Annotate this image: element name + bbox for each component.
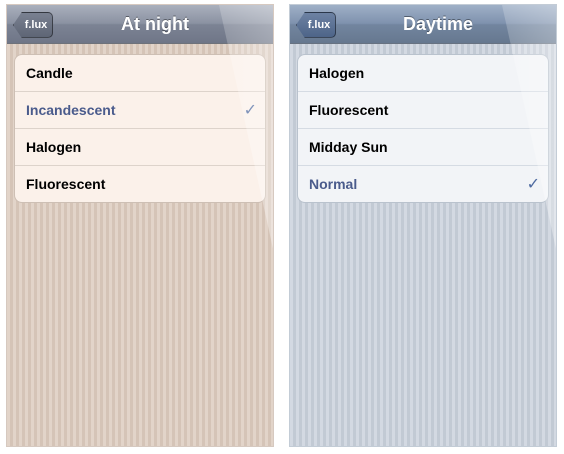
- back-button[interactable]: f.lux: [13, 12, 53, 38]
- checkmark-icon: ✓: [526, 176, 540, 193]
- option-list: Halogen Fluorescent Midday Sun Normal ✓: [297, 54, 549, 203]
- list-item-label: Halogen: [26, 139, 82, 155]
- list-item-label: Fluorescent: [26, 176, 106, 192]
- back-button[interactable]: f.lux: [296, 12, 336, 38]
- list-item-label: Normal: [309, 176, 358, 192]
- list-item-normal[interactable]: Normal ✓: [298, 165, 548, 202]
- page-title: At night: [121, 14, 189, 34]
- navigation-bar: f.lux Daytime: [290, 5, 556, 44]
- option-list: Candle Incandescent ✓ Halogen Fluorescent: [14, 54, 266, 203]
- page-title: Daytime: [402, 14, 474, 34]
- night-screen: f.lux At night Candle Incandescent ✓ Halo…: [6, 4, 274, 447]
- list-item-halogen[interactable]: Halogen: [15, 128, 265, 165]
- list-item-midday-sun[interactable]: Midday Sun: [298, 128, 548, 165]
- day-screen: f.lux Daytime Halogen Fluorescent Midday…: [289, 4, 557, 447]
- checkmark-icon: ✓: [243, 102, 257, 119]
- list-item-label: Halogen: [309, 65, 365, 81]
- content-area: Candle Incandescent ✓ Halogen Fluorescent: [7, 44, 273, 446]
- list-item-fluorescent[interactable]: Fluorescent: [15, 165, 265, 202]
- list-item-label: Midday Sun: [309, 139, 388, 155]
- list-item-candle[interactable]: Candle: [15, 55, 265, 91]
- list-item-label: Candle: [26, 65, 73, 81]
- list-item-label: Incandescent: [26, 102, 116, 118]
- navigation-bar: f.lux At night: [7, 5, 273, 44]
- list-item-incandescent[interactable]: Incandescent ✓: [15, 91, 265, 128]
- list-item-halogen[interactable]: Halogen: [298, 55, 548, 91]
- list-item-label: Fluorescent: [309, 102, 389, 118]
- list-item-fluorescent[interactable]: Fluorescent: [298, 91, 548, 128]
- content-area: Halogen Fluorescent Midday Sun Normal ✓: [290, 44, 556, 446]
